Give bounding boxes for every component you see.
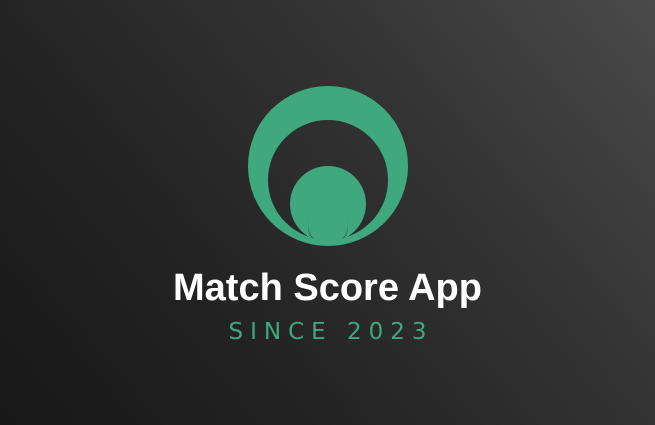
splash-screen: Match Score App SINCE 2023 — [0, 0, 655, 425]
tagline: SINCE 2023 — [228, 319, 434, 345]
app-title: Match Score App — [173, 267, 482, 309]
nested-circles-logo-icon — [248, 86, 408, 246]
